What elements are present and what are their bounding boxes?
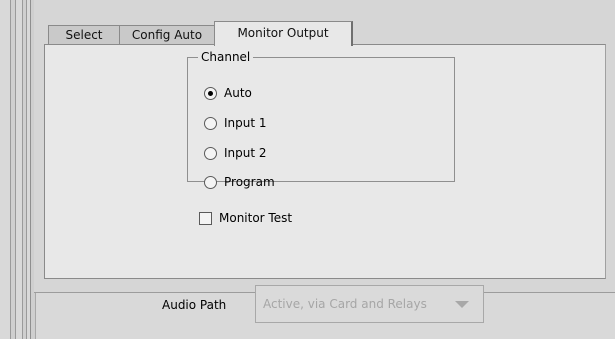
radio-icon[interactable]: [204, 146, 217, 160]
chevron-down-icon: [455, 300, 469, 308]
left-frame-rail: [10, 0, 16, 339]
settings-panel: Select Config Auto Monitor Output Channe…: [34, 0, 615, 293]
audio-path-dropdown[interactable]: Active, via Card and Relays: [255, 285, 484, 323]
channel-group: Channel Auto Input 1 Input 2 Program: [187, 50, 455, 189]
channel-option-label: Input 2: [224, 146, 267, 160]
monitor-test-label: Monitor Test: [219, 211, 293, 225]
channel-option-label: Program: [224, 175, 275, 189]
radio-selected-icon[interactable]: [204, 86, 217, 100]
monitor-test-checkbox[interactable]: Monitor Test: [199, 208, 292, 228]
channel-group-label: Channel: [201, 50, 251, 64]
channel-option-program[interactable]: Program: [204, 172, 275, 192]
left-frame-rail: [22, 0, 27, 339]
radio-icon[interactable]: [204, 175, 217, 189]
tab-select[interactable]: Select: [48, 25, 120, 45]
channel-option-auto[interactable]: Auto: [204, 83, 252, 103]
checkbox-icon[interactable]: [199, 211, 212, 225]
channel-option-label: Auto: [224, 86, 252, 100]
channel-option-label: Input 1: [224, 116, 267, 130]
radio-icon[interactable]: [204, 116, 217, 130]
channel-option-input-2[interactable]: Input 2: [204, 143, 267, 163]
monitor-output-tab-content: Channel Auto Input 1 Input 2 Program Mon…: [44, 44, 606, 279]
tab-monitor-output[interactable]: Monitor Output: [214, 21, 353, 46]
audio-path-value: Active, via Card and Relays: [263, 297, 427, 311]
tab-config-auto[interactable]: Config Auto: [119, 25, 215, 45]
channel-option-input-1[interactable]: Input 1: [204, 113, 267, 133]
audio-path-label: Audio Path: [162, 298, 227, 312]
